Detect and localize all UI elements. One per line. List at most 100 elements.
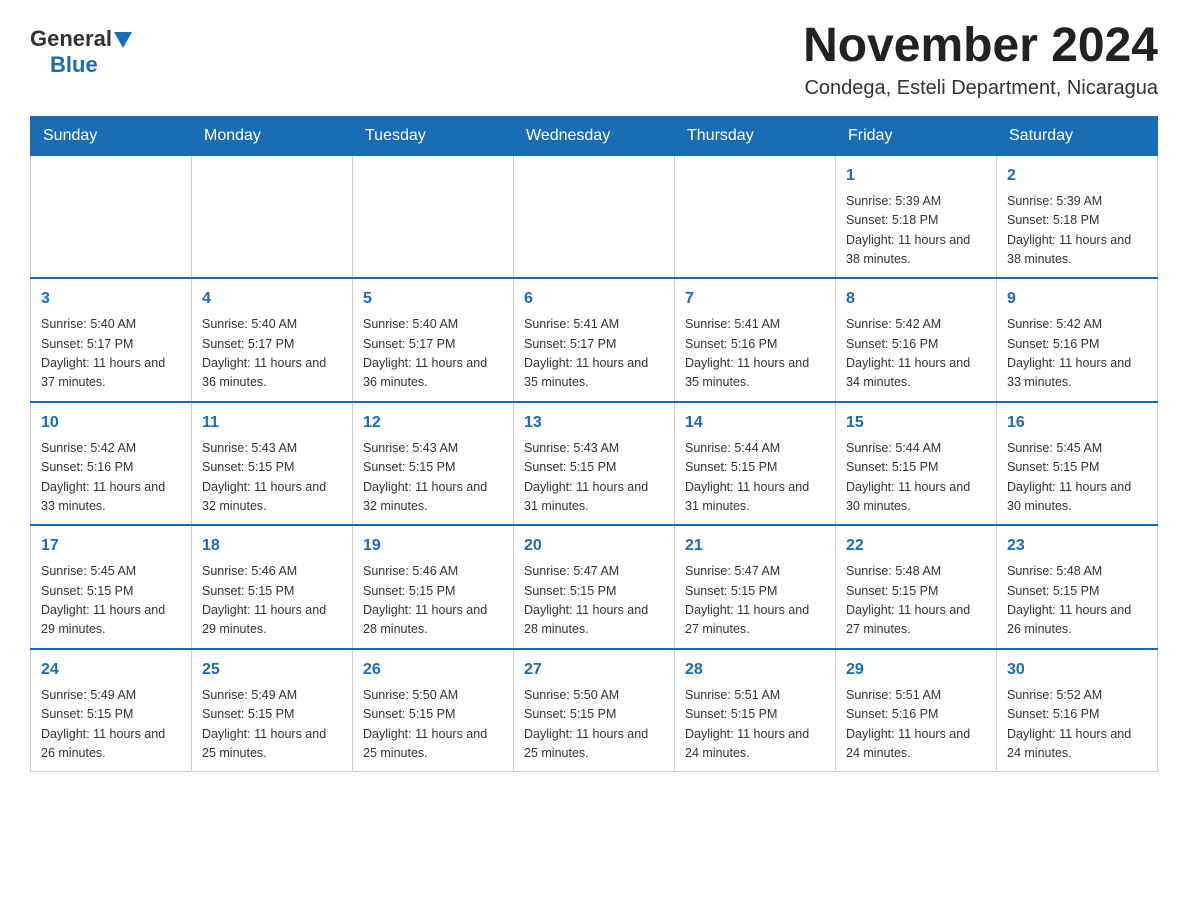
col-header-tuesday: Tuesday xyxy=(353,116,514,155)
day-number: 22 xyxy=(846,534,986,558)
page-header: General Blue November 2024 Condega, Este… xyxy=(30,20,1158,100)
day-info: Sunrise: 5:43 AM Sunset: 5:15 PM Dayligh… xyxy=(524,439,664,517)
calendar-cell: 16Sunrise: 5:45 AM Sunset: 5:15 PM Dayli… xyxy=(997,402,1158,526)
day-info: Sunrise: 5:46 AM Sunset: 5:15 PM Dayligh… xyxy=(202,562,342,640)
day-info: Sunrise: 5:44 AM Sunset: 5:15 PM Dayligh… xyxy=(685,439,825,517)
calendar-cell: 2 Sunrise: 5:39 AM Sunset: 5:18 PM Daylig… xyxy=(997,155,1158,278)
calendar-cell: 4Sunrise: 5:40 AM Sunset: 5:17 PM Daylig… xyxy=(192,278,353,402)
calendar-cell: 24 Sunrise: 5:49 AM Sunset: 5:15 PM Dayli… xyxy=(31,649,192,772)
calendar-header-row: SundayMondayTuesdayWednesdayThursdayFrid… xyxy=(31,116,1158,155)
day-info: Sunrise: 5:42 AM Sunset: 5:16 PM Dayligh… xyxy=(1007,315,1147,393)
day-info: Sunrise: 5:41 AM Sunset: 5:17 PM Dayligh… xyxy=(524,315,664,393)
calendar-cell: 25 Sunrise: 5:49 AM Sunset: 5:15 PM Dayli… xyxy=(192,649,353,772)
calendar-cell: 9 Sunrise: 5:42 AM Sunset: 5:16 PM Daylig… xyxy=(997,278,1158,402)
calendar-table: SundayMondayTuesdayWednesdayThursdayFrid… xyxy=(30,116,1158,773)
calendar-cell: 10 Sunrise: 5:42 AM Sunset: 5:16 PM Dayli… xyxy=(31,402,192,526)
day-number: 1 xyxy=(846,164,986,188)
calendar-cell: 11 Sunrise: 5:43 AM Sunset: 5:15 PM Dayli… xyxy=(192,402,353,526)
calendar-cell: 8 Sunrise: 5:42 AM Sunset: 5:16 PM Daylig… xyxy=(836,278,997,402)
day-info: Sunrise: 5:46 AM Sunset: 5:15 PM Dayligh… xyxy=(363,562,503,640)
calendar-cell: 3Sunrise: 5:40 AM Sunset: 5:17 PM Daylig… xyxy=(31,278,192,402)
day-number: 9 xyxy=(1007,287,1147,311)
day-number: 12 xyxy=(363,411,503,435)
day-info: Sunrise: 5:42 AM Sunset: 5:16 PM Dayligh… xyxy=(846,315,986,393)
day-number: 17 xyxy=(41,534,181,558)
calendar-cell xyxy=(353,155,514,278)
day-number: 10 xyxy=(41,411,181,435)
day-number: 28 xyxy=(685,658,825,682)
day-info: Sunrise: 5:42 AM Sunset: 5:16 PM Dayligh… xyxy=(41,439,181,517)
subtitle: Condega, Esteli Department, Nicaragua xyxy=(803,77,1158,100)
day-number: 20 xyxy=(524,534,664,558)
calendar-cell: 28 Sunrise: 5:51 AM Sunset: 5:15 PM Dayli… xyxy=(675,649,836,772)
day-info: Sunrise: 5:48 AM Sunset: 5:15 PM Dayligh… xyxy=(1007,562,1147,640)
logo-blue-text: Blue xyxy=(50,52,98,78)
day-info: Sunrise: 5:43 AM Sunset: 5:15 PM Dayligh… xyxy=(202,439,342,517)
calendar-cell xyxy=(675,155,836,278)
calendar-cell: 1 Sunrise: 5:39 AM Sunset: 5:18 PM Daylig… xyxy=(836,155,997,278)
day-info: Sunrise: 5:39 AM Sunset: 5:18 PM Dayligh… xyxy=(846,192,986,270)
day-number: 4 xyxy=(202,287,342,311)
day-info: Sunrise: 5:49 AM Sunset: 5:15 PM Dayligh… xyxy=(202,686,342,764)
day-number: 15 xyxy=(846,411,986,435)
logo-general-text: General xyxy=(30,26,112,52)
calendar-cell: 6 Sunrise: 5:41 AM Sunset: 5:17 PM Daylig… xyxy=(514,278,675,402)
col-header-friday: Friday xyxy=(836,116,997,155)
calendar-cell: 29Sunrise: 5:51 AM Sunset: 5:16 PM Dayli… xyxy=(836,649,997,772)
day-info: Sunrise: 5:40 AM Sunset: 5:17 PM Dayligh… xyxy=(363,315,503,393)
col-header-wednesday: Wednesday xyxy=(514,116,675,155)
calendar-cell xyxy=(192,155,353,278)
main-title: November 2024 xyxy=(803,20,1158,73)
day-number: 7 xyxy=(685,287,825,311)
day-number: 5 xyxy=(363,287,503,311)
calendar-week-row: 3 Sunrise: 5:40 AM Sunset: 5:17 PM Daylig… xyxy=(31,278,1158,402)
day-info: Sunrise: 5:39 AM Sunset: 5:18 PM Dayligh… xyxy=(1007,192,1147,270)
day-info: Sunrise: 5:44 AM Sunset: 5:15 PM Dayligh… xyxy=(846,439,986,517)
day-number: 13 xyxy=(524,411,664,435)
day-number: 11 xyxy=(202,411,342,435)
day-number: 25 xyxy=(202,658,342,682)
calendar-cell: 18 Sunrise: 5:46 AM Sunset: 5:15 PM Dayli… xyxy=(192,525,353,649)
calendar-cell xyxy=(31,155,192,278)
day-number: 19 xyxy=(363,534,503,558)
day-number: 24 xyxy=(41,658,181,682)
calendar-cell: 26Sunrise: 5:50 AM Sunset: 5:15 PM Dayli… xyxy=(353,649,514,772)
day-number: 23 xyxy=(1007,534,1147,558)
day-info: Sunrise: 5:50 AM Sunset: 5:15 PM Dayligh… xyxy=(524,686,664,764)
col-header-monday: Monday xyxy=(192,116,353,155)
day-info: Sunrise: 5:47 AM Sunset: 5:15 PM Dayligh… xyxy=(524,562,664,640)
calendar-cell: 22 Sunrise: 5:48 AM Sunset: 5:15 PM Dayli… xyxy=(836,525,997,649)
day-info: Sunrise: 5:49 AM Sunset: 5:15 PM Dayligh… xyxy=(41,686,181,764)
day-number: 8 xyxy=(846,287,986,311)
day-info: Sunrise: 5:45 AM Sunset: 5:15 PM Dayligh… xyxy=(41,562,181,640)
day-info: Sunrise: 5:51 AM Sunset: 5:16 PM Dayligh… xyxy=(846,686,986,764)
calendar-week-row: 1 Sunrise: 5:39 AM Sunset: 5:18 PM Daylig… xyxy=(31,155,1158,278)
col-header-saturday: Saturday xyxy=(997,116,1158,155)
calendar-cell: 30Sunrise: 5:52 AM Sunset: 5:16 PM Dayli… xyxy=(997,649,1158,772)
day-info: Sunrise: 5:45 AM Sunset: 5:15 PM Dayligh… xyxy=(1007,439,1147,517)
logo-triangle-icon xyxy=(114,32,132,48)
calendar-week-row: 17 Sunrise: 5:45 AM Sunset: 5:15 PM Dayli… xyxy=(31,525,1158,649)
calendar-cell: 23 Sunrise: 5:48 AM Sunset: 5:15 PM Dayli… xyxy=(997,525,1158,649)
calendar-week-row: 24 Sunrise: 5:49 AM Sunset: 5:15 PM Dayli… xyxy=(31,649,1158,772)
day-number: 27 xyxy=(524,658,664,682)
day-info: Sunrise: 5:47 AM Sunset: 5:15 PM Dayligh… xyxy=(685,562,825,640)
day-info: Sunrise: 5:48 AM Sunset: 5:15 PM Dayligh… xyxy=(846,562,986,640)
calendar-week-row: 10 Sunrise: 5:42 AM Sunset: 5:16 PM Dayli… xyxy=(31,402,1158,526)
day-number: 3 xyxy=(41,287,181,311)
calendar-cell: 12Sunrise: 5:43 AM Sunset: 5:15 PM Dayli… xyxy=(353,402,514,526)
day-info: Sunrise: 5:41 AM Sunset: 5:16 PM Dayligh… xyxy=(685,315,825,393)
day-number: 21 xyxy=(685,534,825,558)
day-info: Sunrise: 5:50 AM Sunset: 5:15 PM Dayligh… xyxy=(363,686,503,764)
logo: General Blue xyxy=(30,20,132,78)
day-number: 2 xyxy=(1007,164,1147,188)
calendar-cell: 27 Sunrise: 5:50 AM Sunset: 5:15 PM Dayli… xyxy=(514,649,675,772)
day-number: 6 xyxy=(524,287,664,311)
calendar-cell: 19 Sunrise: 5:46 AM Sunset: 5:15 PM Dayli… xyxy=(353,525,514,649)
calendar-cell: 17 Sunrise: 5:45 AM Sunset: 5:15 PM Dayli… xyxy=(31,525,192,649)
day-info: Sunrise: 5:51 AM Sunset: 5:15 PM Dayligh… xyxy=(685,686,825,764)
title-area: November 2024 Condega, Esteli Department… xyxy=(803,20,1158,100)
calendar-cell: 15 Sunrise: 5:44 AM Sunset: 5:15 PM Dayli… xyxy=(836,402,997,526)
day-number: 18 xyxy=(202,534,342,558)
day-number: 30 xyxy=(1007,658,1147,682)
